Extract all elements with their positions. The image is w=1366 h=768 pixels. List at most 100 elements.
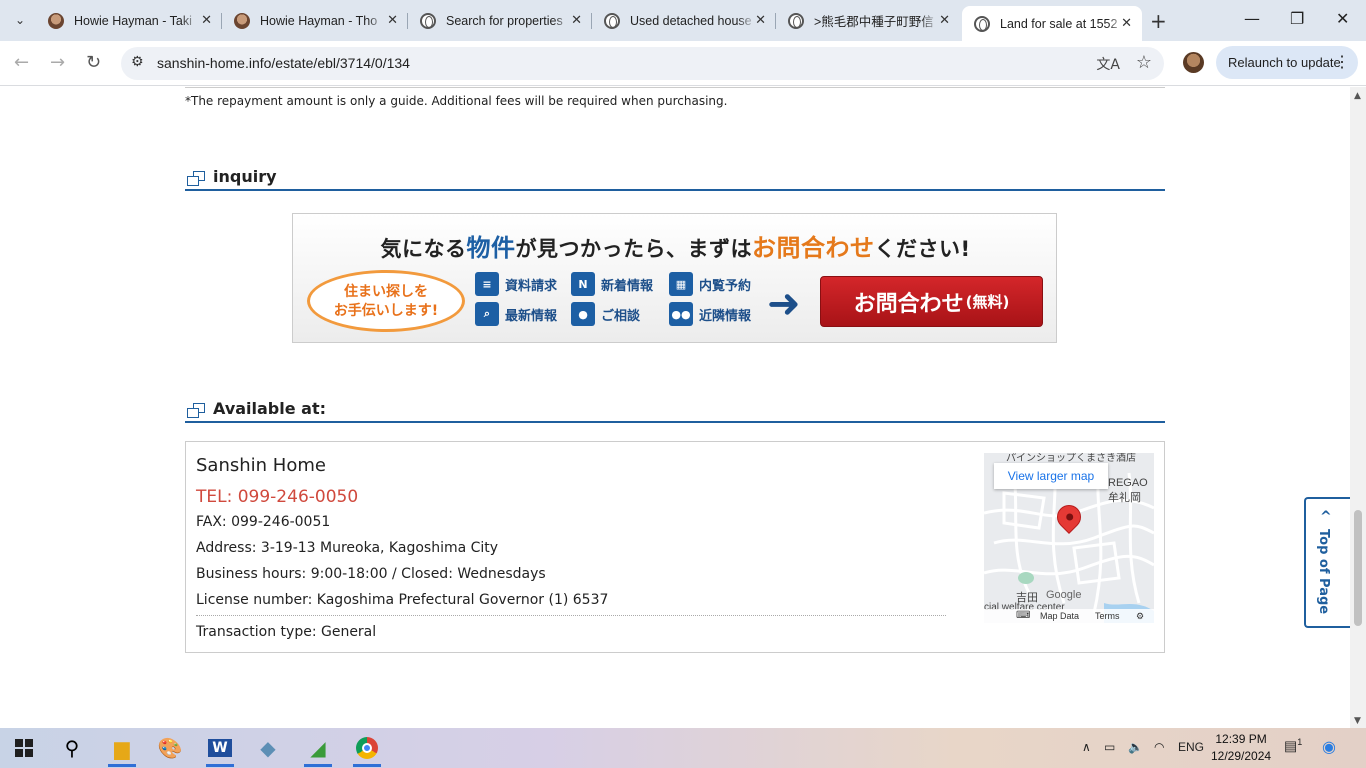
restore-icon[interactable]: ❐ bbox=[1290, 9, 1304, 28]
page-content: *The repayment amount is only a guide. A… bbox=[0, 87, 1350, 728]
chrome-icon[interactable] bbox=[343, 728, 391, 768]
shop-info-box: Sanshin Home TEL: 099-246-0050 FAX: 099-… bbox=[185, 441, 1165, 653]
shop-fax: FAX: 099-246-0051 bbox=[196, 514, 331, 530]
windows-start-icon[interactable] bbox=[0, 728, 48, 768]
tab-4[interactable]: Used detached house ✕ bbox=[592, 6, 776, 35]
tab-title: Used detached house bbox=[630, 13, 752, 28]
close-icon[interactable]: ✕ bbox=[939, 13, 950, 28]
people-icon: ●● bbox=[669, 302, 693, 326]
photo-icon bbox=[48, 12, 64, 29]
building-icon: ▦ bbox=[669, 272, 693, 296]
address-toolbar: ← → ↻ ⚙ sanshin-home.info/estate/ebl/371… bbox=[0, 41, 1366, 86]
app-icon[interactable]: ◆ bbox=[244, 728, 292, 768]
photo-icon bbox=[234, 12, 250, 29]
site-info-icon[interactable]: ⚙ bbox=[131, 54, 144, 70]
new-tab-icon[interactable]: + bbox=[1150, 9, 1167, 33]
tab-3[interactable]: Search for properties ✕ bbox=[408, 6, 592, 35]
url-text[interactable]: sanshin-home.info/estate/ebl/3714/0/134 bbox=[157, 55, 410, 71]
copilot-icon[interactable]: ◉ bbox=[1322, 737, 1336, 757]
news-icon: N bbox=[571, 272, 595, 296]
menu-dots-icon[interactable]: ⋮ bbox=[1334, 46, 1350, 79]
battery-icon[interactable]: ▭ bbox=[1104, 740, 1115, 754]
scroll-thumb[interactable] bbox=[1354, 510, 1362, 626]
profile-avatar[interactable] bbox=[1183, 52, 1204, 73]
tab-5[interactable]: >熊毛郡中種子町野信 ✕ bbox=[776, 6, 960, 35]
map-label: 牟礼岡 bbox=[1108, 492, 1141, 504]
top-of-page-button[interactable]: ^ Top of Page bbox=[1304, 497, 1350, 628]
language-indicator[interactable]: ENG bbox=[1178, 740, 1204, 754]
tab-title: Howie Hayman - Taki bbox=[74, 13, 192, 28]
app-green-icon[interactable]: ◢ bbox=[294, 728, 342, 768]
divider bbox=[185, 87, 1165, 88]
google-map[interactable]: パインショップくまさき酒店 View larger map REGAO 牟礼岡 … bbox=[984, 453, 1154, 623]
wifi-icon[interactable]: ◠ bbox=[1154, 740, 1164, 754]
feature-documents: ≡ 資料請求 bbox=[475, 272, 557, 296]
close-icon[interactable]: ✕ bbox=[755, 13, 766, 28]
close-icon[interactable]: ✕ bbox=[571, 13, 582, 28]
chevron-up-icon: ^ bbox=[1320, 509, 1332, 525]
map-footer: ⌨ Map Data Terms ⚙ bbox=[984, 609, 1154, 623]
close-icon[interactable]: ✕ bbox=[387, 13, 398, 28]
shop-hours: Business hours: 9:00-18:00 / Closed: Wed… bbox=[196, 566, 546, 582]
notification-icon[interactable]: ▤1 bbox=[1284, 737, 1302, 755]
repayment-note: *The repayment amount is only a guide. A… bbox=[185, 94, 728, 108]
back-arrow-icon[interactable]: ← bbox=[14, 52, 29, 73]
reload-icon[interactable]: ↻ bbox=[86, 52, 101, 73]
minimize-icon[interactable]: — bbox=[1244, 9, 1260, 28]
keyboard-icon[interactable]: ⌨ bbox=[1016, 609, 1030, 623]
section-title: inquiry bbox=[213, 167, 277, 186]
tab-title: Search for properties bbox=[446, 13, 563, 28]
globe-icon bbox=[974, 15, 990, 32]
section-square-icon bbox=[187, 403, 205, 419]
shop-tel[interactable]: TEL: 099-246-0050 bbox=[196, 487, 358, 507]
search-icon[interactable]: ⚲ bbox=[48, 728, 96, 768]
scroll-up-icon[interactable]: ▲ bbox=[1354, 91, 1361, 101]
google-logo: Google bbox=[1046, 589, 1082, 601]
feature-consult: ● ご相談 bbox=[571, 302, 640, 326]
clock[interactable]: 12:39 PM 12/29/2024 bbox=[1211, 731, 1271, 765]
help-bubble: 住まい探しを お手伝いします! bbox=[307, 270, 465, 332]
close-icon[interactable]: ✕ bbox=[1121, 16, 1132, 31]
map-label: REGAO bbox=[1108, 477, 1148, 489]
word-icon[interactable]: W bbox=[196, 728, 244, 768]
tab-title: Land for sale at 1552 bbox=[1000, 16, 1118, 31]
globe-icon bbox=[788, 12, 804, 29]
bookmark-star-icon[interactable]: ☆ bbox=[1136, 52, 1152, 73]
close-icon[interactable]: ✕ bbox=[201, 13, 212, 28]
file-explorer-icon[interactable]: ▆ bbox=[98, 728, 146, 768]
windows-taskbar: ⚲ ▆ 🎨 W ◆ ◢ ∧ ▭ 🔈 ◠ ENG 12:39 PM 12/29/2… bbox=[0, 728, 1366, 768]
tab-search-dropdown-icon[interactable]: ⌄ bbox=[8, 8, 32, 32]
map-settings-icon[interactable]: ⚙ bbox=[1136, 609, 1144, 623]
tab-title: Howie Hayman - Tho bbox=[260, 13, 378, 28]
forward-arrow-icon[interactable]: → bbox=[50, 52, 65, 73]
inquiry-banner[interactable]: 気になる物件が見つかったら、まずはお問合わせください! 住まい探しを お手伝いし… bbox=[292, 213, 1057, 343]
divider bbox=[196, 615, 946, 616]
available-section-header: Available at: bbox=[185, 395, 1165, 423]
map-data-link[interactable]: Map Data bbox=[1040, 609, 1079, 623]
globe-icon bbox=[420, 12, 436, 29]
translate-icon[interactable]: 文A bbox=[1096, 54, 1120, 74]
tray-chevron-icon[interactable]: ∧ bbox=[1082, 740, 1091, 754]
document-icon: ≡ bbox=[475, 272, 499, 296]
feature-latest: ⌕ 最新情報 bbox=[475, 302, 557, 326]
tab-1[interactable]: Howie Hayman - Taki ✕ bbox=[36, 6, 222, 35]
tab-6-active[interactable]: Land for sale at 1552 ✕ bbox=[962, 6, 1142, 41]
inquiry-section-header: inquiry bbox=[185, 163, 1165, 191]
person-icon: ● bbox=[571, 302, 595, 326]
window-close-icon[interactable]: ✕ bbox=[1336, 9, 1349, 28]
shop-license: License number: Kagoshima Prefectural Go… bbox=[196, 592, 609, 608]
inquiry-free-button[interactable]: お問合わせ (無料) bbox=[820, 276, 1043, 327]
scroll-down-icon[interactable]: ▼ bbox=[1354, 716, 1361, 726]
volume-icon[interactable]: 🔈 bbox=[1128, 740, 1143, 754]
banner-headline: 気になる物件が見つかったら、まずはお問合わせください! bbox=[380, 234, 971, 262]
relaunch-button[interactable]: Relaunch to update ⋮ bbox=[1216, 46, 1358, 79]
view-larger-map-link[interactable]: View larger map bbox=[994, 463, 1108, 489]
tab-title: >熊毛郡中種子町野信 bbox=[814, 15, 934, 29]
omnibox[interactable]: ⚙ sanshin-home.info/estate/ebl/3714/0/13… bbox=[121, 47, 1164, 80]
paint-icon[interactable]: 🎨 bbox=[146, 728, 194, 768]
tab-2[interactable]: Howie Hayman - Tho ✕ bbox=[222, 6, 408, 35]
globe-icon bbox=[604, 12, 620, 29]
page-scrollbar[interactable]: ▲ ▼ bbox=[1350, 87, 1366, 728]
feature-news: N 新着情報 bbox=[571, 272, 653, 296]
map-terms-link[interactable]: Terms bbox=[1095, 609, 1120, 623]
